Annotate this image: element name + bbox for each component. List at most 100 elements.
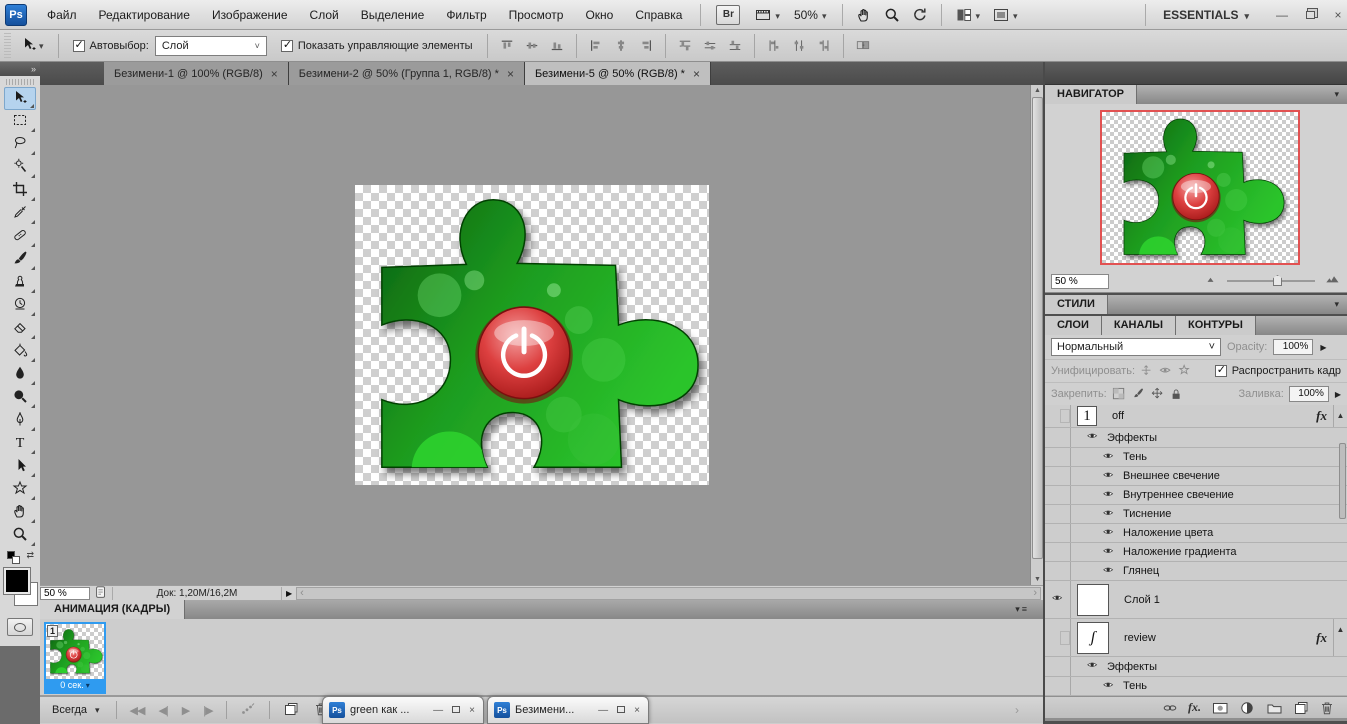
distribute-vertical-centers-button[interactable] bbox=[699, 36, 721, 56]
fill-slider-arrow[interactable]: ▶ bbox=[1335, 390, 1341, 399]
distribute-left-edges-button[interactable] bbox=[763, 36, 785, 56]
crop-tool[interactable] bbox=[4, 179, 36, 202]
document-tab[interactable]: Безимени-5 @ 50% (RGB/8) * × bbox=[524, 62, 711, 85]
view-extras-button[interactable] bbox=[748, 3, 786, 27]
layer-thumbnail[interactable]: 1 bbox=[1077, 406, 1097, 426]
navigator-zoom-slider[interactable] bbox=[1227, 275, 1315, 286]
horizontal-scrollbar[interactable] bbox=[296, 586, 1041, 600]
loop-options-dropdown[interactable]: Всегда bbox=[40, 704, 110, 716]
scroll-right-icon[interactable]: › bbox=[1015, 703, 1019, 717]
toolbar-grip[interactable] bbox=[6, 79, 34, 85]
previous-frame-button[interactable]: ◀| bbox=[151, 704, 174, 717]
restore-button[interactable] bbox=[450, 705, 462, 716]
custom-shape-tool[interactable] bbox=[4, 478, 36, 501]
options-bar-grip[interactable] bbox=[4, 32, 11, 59]
layer-row[interactable]: Глянец fx ▲ bbox=[1045, 562, 1347, 581]
hand-tool-button[interactable] bbox=[850, 3, 878, 27]
move-tool[interactable] bbox=[4, 87, 36, 110]
close-tab-icon[interactable]: × bbox=[507, 67, 514, 81]
layers-panel-tab[interactable]: СЛОИ bbox=[1045, 316, 1102, 335]
menu-item[interactable]: Изображение bbox=[201, 0, 299, 30]
floating-document-window[interactable]: Ps green как ... — × bbox=[322, 696, 484, 724]
zoom-level-dropdown[interactable]: 50% bbox=[786, 8, 835, 22]
visibility-toggle[interactable] bbox=[1045, 428, 1071, 447]
propagate-frame-checkbox[interactable]: Распространить кадр bbox=[1214, 363, 1341, 377]
quick-selection-tool[interactable] bbox=[4, 156, 36, 179]
auto-align-layers-button[interactable] bbox=[852, 36, 874, 56]
align-left-edges-button[interactable] bbox=[585, 36, 607, 56]
first-frame-button[interactable]: ◀◀ bbox=[123, 704, 152, 717]
paint-bucket-tool[interactable] bbox=[4, 340, 36, 363]
scrollbar-thumb[interactable] bbox=[1032, 97, 1043, 559]
restore-button[interactable] bbox=[615, 705, 627, 716]
rectangular-marquee-tool[interactable] bbox=[4, 110, 36, 133]
visibility-toggle[interactable] bbox=[1045, 524, 1071, 542]
distribute-bottom-edges-button[interactable] bbox=[724, 36, 746, 56]
navigator-tab[interactable]: НАВИГАТОР bbox=[1045, 85, 1138, 104]
lock-transparency-icon[interactable] bbox=[1112, 387, 1127, 402]
blend-mode-dropdown[interactable]: Нормальный ˅ bbox=[1051, 338, 1221, 356]
lock-pixels-icon[interactable] bbox=[1132, 387, 1146, 401]
layer-row[interactable]: 1 off fx ▲ bbox=[1045, 405, 1347, 428]
new-group-button[interactable] bbox=[1265, 700, 1283, 716]
dodge-tool[interactable] bbox=[4, 386, 36, 409]
layers-panel-tab[interactable]: КАНАЛЫ bbox=[1101, 316, 1177, 335]
visibility-toggle[interactable] bbox=[1045, 657, 1071, 676]
minimize-button[interactable]: — bbox=[431, 705, 445, 716]
layer-row[interactable]: ʃ review fx ▲ bbox=[1045, 619, 1347, 657]
fill-value[interactable]: 100% bbox=[1288, 386, 1329, 402]
visibility-toggle[interactable] bbox=[1045, 677, 1071, 695]
layer-row[interactable]: Эффекты fx ▲ bbox=[1045, 657, 1347, 677]
panel-menu-icon[interactable] bbox=[1015, 600, 1029, 619]
distribute-horizontal-centers-button[interactable] bbox=[788, 36, 810, 56]
next-frame-button[interactable]: |▶ bbox=[196, 704, 219, 717]
layer-row[interactable]: Слой 1 fx ▲ bbox=[1045, 581, 1347, 619]
eyedropper-tool[interactable] bbox=[4, 202, 36, 225]
opacity-value[interactable]: 100% bbox=[1273, 339, 1314, 355]
menu-item[interactable]: Просмотр bbox=[498, 0, 575, 30]
layer-row[interactable]: Наложение цвета fx ▲ bbox=[1045, 524, 1347, 543]
styles-tab[interactable]: СТИЛИ bbox=[1045, 295, 1108, 314]
collapse-toolbar-button[interactable]: » bbox=[0, 62, 40, 76]
play-button[interactable]: ▶ bbox=[175, 704, 196, 717]
document-tab[interactable]: Безимени-1 @ 100% (RGB/8) × bbox=[104, 62, 289, 85]
healing-brush-tool[interactable] bbox=[4, 225, 36, 248]
canvas-document[interactable] bbox=[355, 185, 709, 485]
menu-item[interactable]: Окно bbox=[574, 0, 624, 30]
zoom-out-icon[interactable] bbox=[1205, 274, 1219, 289]
arrange-documents-button[interactable] bbox=[949, 3, 987, 27]
visibility-toggle[interactable] bbox=[1045, 543, 1071, 561]
current-tool-indicator[interactable] bbox=[15, 36, 50, 55]
tween-button[interactable] bbox=[233, 701, 263, 720]
visibility-toggle[interactable] bbox=[1045, 467, 1071, 485]
layer-row[interactable]: Наложение градиента fx ▲ bbox=[1045, 543, 1347, 562]
duplicate-frame-button[interactable] bbox=[276, 701, 306, 720]
close-tab-icon[interactable]: × bbox=[693, 67, 700, 81]
layers-panel-tab[interactable]: КОНТУРЫ bbox=[1176, 316, 1256, 335]
zoom-in-icon[interactable] bbox=[1323, 273, 1341, 289]
animation-frame[interactable]: 1 0 сек. bbox=[44, 622, 106, 694]
type-tool[interactable]: T bbox=[4, 432, 36, 455]
foreground-color-swatch[interactable] bbox=[3, 567, 31, 595]
show-transform-controls-checkbox[interactable]: Показать управляющие элементы bbox=[280, 38, 473, 52]
pen-tool[interactable] bbox=[4, 409, 36, 432]
panel-collapse-icon[interactable] bbox=[1334, 295, 1339, 314]
add-layer-mask-button[interactable] bbox=[1211, 700, 1229, 716]
hand-tool[interactable] bbox=[4, 501, 36, 524]
menu-item[interactable]: Слой bbox=[299, 0, 350, 30]
visibility-toggle[interactable] bbox=[1045, 405, 1071, 427]
delete-layer-button[interactable] bbox=[1319, 700, 1335, 716]
layer-thumbnail[interactable]: ʃ bbox=[1077, 621, 1109, 654]
align-horizontal-centers-button[interactable] bbox=[610, 36, 632, 56]
close-button[interactable]: × bbox=[632, 705, 642, 716]
align-vertical-centers-button[interactable] bbox=[521, 36, 543, 56]
animation-panel-tab[interactable]: АНИМАЦИЯ (КАДРЫ) bbox=[40, 600, 186, 619]
new-layer-button[interactable] bbox=[1293, 700, 1309, 716]
navigator-zoom-field[interactable] bbox=[1051, 273, 1109, 289]
quick-mask-button[interactable] bbox=[7, 618, 33, 636]
restore-button[interactable] bbox=[1303, 8, 1317, 22]
panel-collapse-icon[interactable] bbox=[1334, 85, 1339, 104]
minimize-button[interactable]: — bbox=[596, 705, 610, 716]
layer-thumbnail[interactable] bbox=[1077, 583, 1109, 616]
lasso-tool[interactable] bbox=[4, 133, 36, 156]
